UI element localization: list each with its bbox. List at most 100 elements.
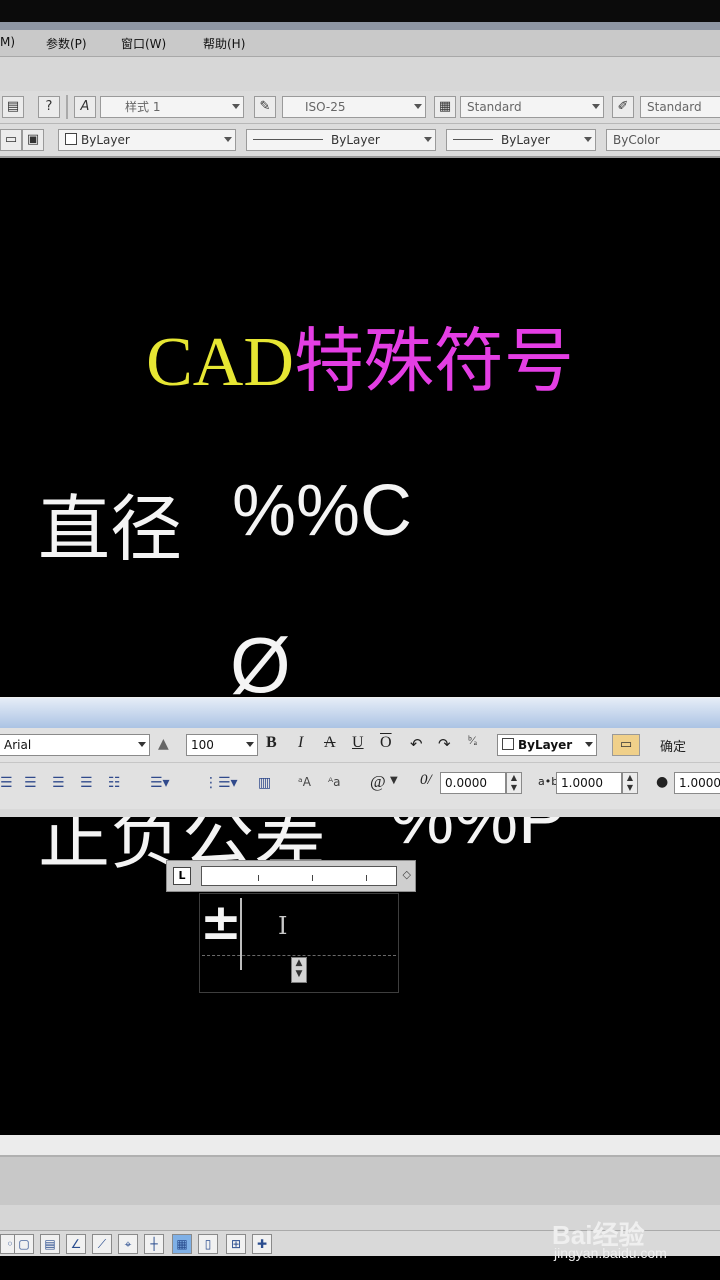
command-area	[0, 1135, 720, 1155]
align-center-icon[interactable]: ☰	[24, 775, 37, 791]
text-style-dropdown[interactable]: 样式 1	[100, 96, 244, 118]
tracking-input[interactable]: 1.0000	[556, 772, 622, 794]
oblique-input[interactable]: 0.0000	[440, 772, 506, 794]
uppercase-icon[interactable]: ᵃA	[298, 775, 311, 789]
lineweight-dropdown[interactable]: ByLayer	[446, 129, 596, 151]
tracking-spinner[interactable]: ▲ ▼	[622, 772, 638, 794]
insert-field-icon[interactable]: ▥	[258, 775, 271, 791]
text-editor-ruler[interactable]: L ◇	[166, 860, 416, 892]
width-factor-icon: ●	[656, 774, 669, 790]
align-right-icon[interactable]: ☰	[52, 775, 65, 791]
stack-icon[interactable]: ᵇ⁄ₐ	[468, 733, 477, 748]
table-style-value: Standard	[467, 100, 522, 114]
color-value: ByLayer	[81, 133, 130, 147]
text-formatting-titlebar[interactable]	[0, 697, 720, 729]
ok-button[interactable]: 确定	[660, 736, 686, 755]
text-style-icon[interactable]: A	[74, 96, 96, 118]
linetype-dropdown[interactable]: ByLayer	[246, 129, 436, 151]
table-style-dropdown[interactable]: Standard	[460, 96, 604, 118]
text-formatting-panel: Arial ▲ 100 B I A U O ↶ ↷ ᵇ⁄ₐ ByLayer ▭ …	[0, 697, 720, 817]
chevron-down-icon[interactable]: ▼	[390, 775, 398, 786]
text-color-value: ByLayer	[518, 738, 573, 752]
redo-icon[interactable]: ↷	[438, 735, 451, 754]
annotative-icon[interactable]: ▲	[158, 736, 169, 752]
multileader-style-value: Standard	[647, 100, 702, 114]
text-caret	[240, 898, 242, 970]
grid-icon[interactable]: ▢	[14, 1234, 34, 1254]
color-dropdown[interactable]: ByLayer	[58, 129, 236, 151]
plus-minus-text[interactable]: ±	[200, 893, 242, 951]
toolbar-dock	[0, 57, 720, 91]
color-swatch-icon	[502, 738, 514, 750]
symbol-button[interactable]: @	[370, 772, 386, 792]
text-color-dropdown[interactable]: ByLayer	[497, 734, 597, 756]
width-factor-input[interactable]: 1.0000	[674, 772, 720, 794]
layer-icon[interactable]: ▭	[0, 129, 22, 151]
undo-icon[interactable]: ↶	[410, 735, 423, 754]
ruler-tick	[366, 875, 367, 881]
styles-toolbar: ▤ ? A 样式 1 ✎ ISO-25 ▦ Standard ✐ Standar…	[0, 91, 720, 124]
osnap-icon[interactable]: ⟋	[92, 1234, 112, 1254]
plot-style-dropdown[interactable]: ByColor	[606, 129, 720, 151]
polar-icon[interactable]: ∠	[66, 1234, 86, 1254]
properties-toolbar: ▭ ▣ ByLayer ByLayer ByLayer ByColor	[0, 124, 720, 158]
color-swatch-icon	[65, 133, 77, 145]
strikethrough-button[interactable]: A	[324, 734, 336, 752]
quick-props-icon[interactable]: ⊞	[226, 1234, 246, 1254]
table-style-icon[interactable]: ▦	[434, 96, 456, 118]
align-left-icon[interactable]: ☰	[0, 775, 13, 791]
chevron-down-icon	[246, 742, 254, 747]
dim-style-dropdown[interactable]: ISO-25	[282, 96, 426, 118]
ruler-tick	[312, 875, 313, 881]
menu-item-modify[interactable]: M)	[0, 35, 15, 49]
linetype-value: ByLayer	[331, 133, 380, 147]
title-prefix: CAD	[146, 324, 294, 401]
line-spacing-icon[interactable]: ☰▾	[150, 775, 170, 791]
font-dropdown[interactable]: Arial	[0, 734, 150, 756]
numbering-icon[interactable]: ⋮☰▾	[204, 775, 238, 791]
menu-bar: M) 参数(P) 窗口(W) 帮助(H)	[0, 30, 720, 57]
multileader-style-dropdown[interactable]: Standard	[640, 96, 720, 118]
overline-button[interactable]: O	[380, 734, 392, 752]
underline-button[interactable]: U	[352, 734, 364, 752]
text-style-value: 样式 1	[125, 100, 161, 114]
help-icon[interactable]: ?	[38, 96, 60, 118]
otrack-icon[interactable]: ⌖	[118, 1234, 138, 1254]
tab-type-button[interactable]: L	[173, 867, 191, 885]
chevron-down-icon	[592, 104, 600, 109]
chevron-down-icon	[584, 137, 592, 142]
dim-style-icon[interactable]: ✎	[254, 96, 276, 118]
italic-button[interactable]: I	[298, 734, 303, 752]
text-edit-dashline	[202, 955, 396, 956]
lowercase-icon[interactable]: ᴬa	[328, 775, 341, 789]
lineweight-icon[interactable]: ▯	[198, 1234, 218, 1254]
toolbar-icon[interactable]: ▤	[2, 96, 24, 118]
watermark: Bai经验 jingyan.baidu.com	[552, 1215, 712, 1267]
ruler-bar[interactable]	[201, 866, 397, 886]
text-height-dropdown[interactable]: 100	[186, 734, 258, 756]
diameter-label: 直径	[38, 487, 183, 571]
oblique-spinner[interactable]: ▲ ▼	[506, 772, 522, 794]
resize-handle-icon[interactable]: ▲ ▼	[291, 957, 307, 983]
linetype-sample	[253, 139, 323, 140]
command-line[interactable]	[0, 1155, 720, 1207]
selection-cycling-icon[interactable]: ✚	[252, 1234, 272, 1254]
drawing-title: CAD特殊符号	[0, 305, 720, 406]
plot-style-value: ByColor	[613, 133, 660, 147]
menu-item-window[interactable]: 窗口(W)	[121, 35, 166, 52]
ortho-icon[interactable]: ▤	[40, 1234, 60, 1254]
layer-states-icon[interactable]: ▣	[22, 129, 44, 151]
multileader-style-icon[interactable]: ✐	[612, 96, 634, 118]
menu-item-params[interactable]: 参数(P)	[46, 35, 87, 52]
menu-item-help[interactable]: 帮助(H)	[203, 35, 245, 52]
ducs-icon[interactable]: ┼	[144, 1234, 164, 1254]
ruler-toggle-icon[interactable]: ▭	[612, 734, 640, 756]
ruler-width-handle-icon[interactable]: ◇	[403, 868, 411, 881]
dyn-icon[interactable]: ▦	[172, 1234, 192, 1254]
text-formatting-row2: ☰ ☰ ☰ ☰ ☷ ☰▾ ⋮☰▾ ▥ ᵃA ᴬa @ ▼ 0/ 0.0000 ▲…	[0, 763, 720, 809]
distribute-icon[interactable]: ☷	[108, 775, 121, 791]
font-value: Arial	[4, 738, 32, 752]
bold-button[interactable]: B	[266, 734, 277, 752]
justify-icon[interactable]: ☰	[80, 775, 93, 791]
separator	[66, 95, 68, 119]
